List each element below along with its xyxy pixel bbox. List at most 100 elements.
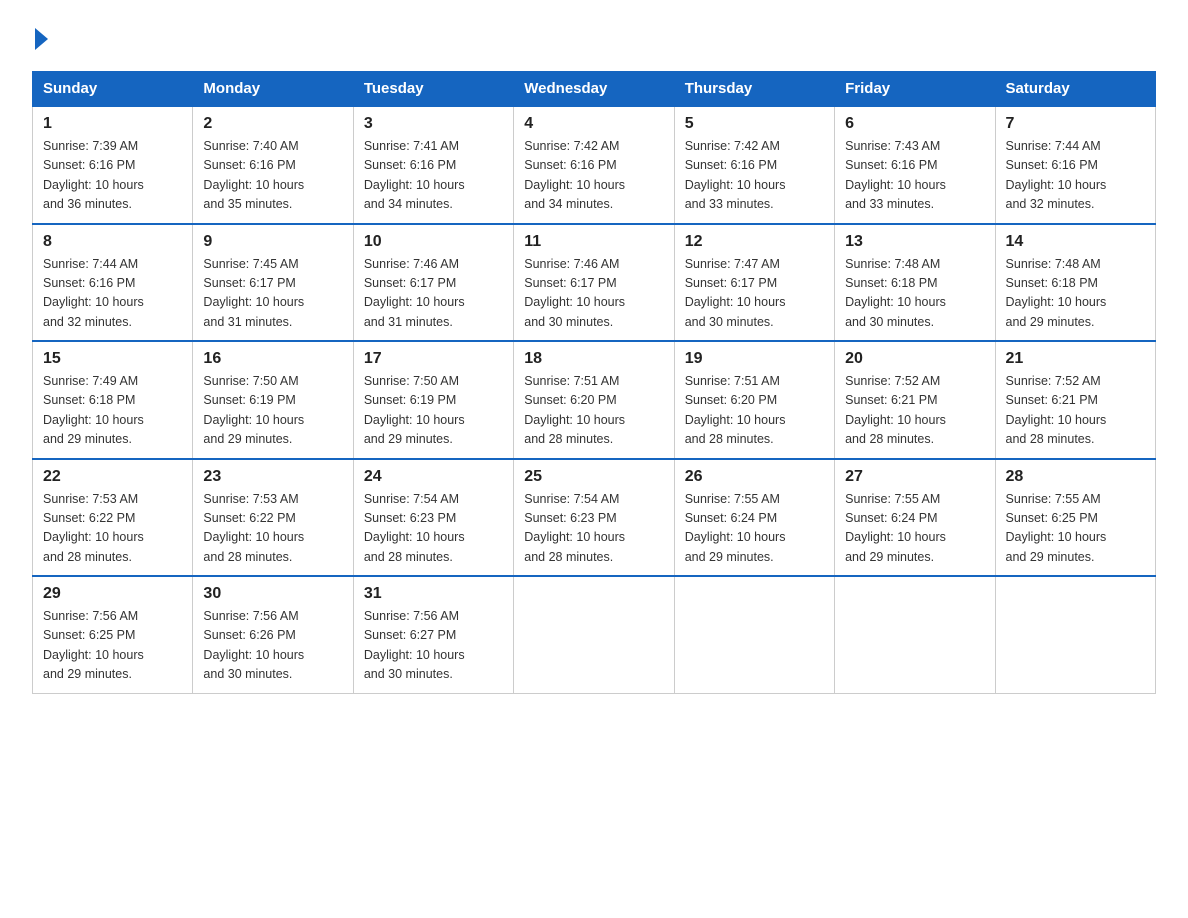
calendar-day-cell: 9 Sunrise: 7:45 AMSunset: 6:17 PMDayligh…: [193, 224, 353, 342]
calendar-day-cell: 6 Sunrise: 7:43 AMSunset: 6:16 PMDayligh…: [835, 106, 995, 224]
day-number: 18: [524, 350, 663, 368]
day-info: Sunrise: 7:47 AMSunset: 6:17 PMDaylight:…: [685, 257, 786, 329]
calendar-day-cell: 5 Sunrise: 7:42 AMSunset: 6:16 PMDayligh…: [674, 106, 834, 224]
col-header-tuesday: Tuesday: [353, 72, 513, 107]
calendar-day-cell: 13 Sunrise: 7:48 AMSunset: 6:18 PMDaylig…: [835, 224, 995, 342]
calendar-week-row: 8 Sunrise: 7:44 AMSunset: 6:16 PMDayligh…: [33, 224, 1156, 342]
day-number: 13: [845, 233, 984, 251]
day-info: Sunrise: 7:50 AMSunset: 6:19 PMDaylight:…: [203, 374, 304, 446]
day-number: 6: [845, 115, 984, 133]
day-info: Sunrise: 7:55 AMSunset: 6:25 PMDaylight:…: [1006, 492, 1107, 564]
day-info: Sunrise: 7:48 AMSunset: 6:18 PMDaylight:…: [1006, 257, 1107, 329]
calendar-day-cell: 10 Sunrise: 7:46 AMSunset: 6:17 PMDaylig…: [353, 224, 513, 342]
day-number: 7: [1006, 115, 1145, 133]
day-info: Sunrise: 7:42 AMSunset: 6:16 PMDaylight:…: [524, 139, 625, 211]
day-info: Sunrise: 7:53 AMSunset: 6:22 PMDaylight:…: [43, 492, 144, 564]
calendar-day-cell: 11 Sunrise: 7:46 AMSunset: 6:17 PMDaylig…: [514, 224, 674, 342]
day-number: 3: [364, 115, 503, 133]
day-info: Sunrise: 7:56 AMSunset: 6:27 PMDaylight:…: [364, 609, 465, 681]
day-info: Sunrise: 7:49 AMSunset: 6:18 PMDaylight:…: [43, 374, 144, 446]
calendar-week-row: 29 Sunrise: 7:56 AMSunset: 6:25 PMDaylig…: [33, 576, 1156, 693]
logo: ​: [32, 24, 48, 51]
day-info: Sunrise: 7:54 AMSunset: 6:23 PMDaylight:…: [524, 492, 625, 564]
day-number: 28: [1006, 468, 1145, 486]
day-info: Sunrise: 7:46 AMSunset: 6:17 PMDaylight:…: [524, 257, 625, 329]
logo-text: ​: [32, 24, 48, 55]
calendar-day-cell: 15 Sunrise: 7:49 AMSunset: 6:18 PMDaylig…: [33, 341, 193, 459]
day-number: 16: [203, 350, 342, 368]
day-info: Sunrise: 7:48 AMSunset: 6:18 PMDaylight:…: [845, 257, 946, 329]
day-info: Sunrise: 7:50 AMSunset: 6:19 PMDaylight:…: [364, 374, 465, 446]
day-number: 12: [685, 233, 824, 251]
day-info: Sunrise: 7:55 AMSunset: 6:24 PMDaylight:…: [685, 492, 786, 564]
day-info: Sunrise: 7:55 AMSunset: 6:24 PMDaylight:…: [845, 492, 946, 564]
day-info: Sunrise: 7:42 AMSunset: 6:16 PMDaylight:…: [685, 139, 786, 211]
calendar-day-cell: 4 Sunrise: 7:42 AMSunset: 6:16 PMDayligh…: [514, 106, 674, 224]
day-number: 21: [1006, 350, 1145, 368]
day-number: 26: [685, 468, 824, 486]
calendar-day-cell: 25 Sunrise: 7:54 AMSunset: 6:23 PMDaylig…: [514, 459, 674, 577]
day-info: Sunrise: 7:56 AMSunset: 6:26 PMDaylight:…: [203, 609, 304, 681]
calendar-day-cell: 27 Sunrise: 7:55 AMSunset: 6:24 PMDaylig…: [835, 459, 995, 577]
col-header-monday: Monday: [193, 72, 353, 107]
calendar-day-cell: 8 Sunrise: 7:44 AMSunset: 6:16 PMDayligh…: [33, 224, 193, 342]
day-number: 15: [43, 350, 182, 368]
calendar-day-cell: 14 Sunrise: 7:48 AMSunset: 6:18 PMDaylig…: [995, 224, 1155, 342]
calendar-day-cell: 24 Sunrise: 7:54 AMSunset: 6:23 PMDaylig…: [353, 459, 513, 577]
day-number: 10: [364, 233, 503, 251]
calendar-header-row: SundayMondayTuesdayWednesdayThursdayFrid…: [33, 72, 1156, 107]
calendar-day-cell: 19 Sunrise: 7:51 AMSunset: 6:20 PMDaylig…: [674, 341, 834, 459]
day-number: 27: [845, 468, 984, 486]
calendar-day-cell: 7 Sunrise: 7:44 AMSunset: 6:16 PMDayligh…: [995, 106, 1155, 224]
calendar-day-cell: 20 Sunrise: 7:52 AMSunset: 6:21 PMDaylig…: [835, 341, 995, 459]
day-number: 23: [203, 468, 342, 486]
calendar-day-cell: 3 Sunrise: 7:41 AMSunset: 6:16 PMDayligh…: [353, 106, 513, 224]
day-info: Sunrise: 7:39 AMSunset: 6:16 PMDaylight:…: [43, 139, 144, 211]
calendar-empty-cell: [514, 576, 674, 693]
col-header-thursday: Thursday: [674, 72, 834, 107]
day-number: 11: [524, 233, 663, 251]
calendar-day-cell: 28 Sunrise: 7:55 AMSunset: 6:25 PMDaylig…: [995, 459, 1155, 577]
day-info: Sunrise: 7:44 AMSunset: 6:16 PMDaylight:…: [43, 257, 144, 329]
day-number: 29: [43, 585, 182, 603]
col-header-wednesday: Wednesday: [514, 72, 674, 107]
calendar-day-cell: 23 Sunrise: 7:53 AMSunset: 6:22 PMDaylig…: [193, 459, 353, 577]
day-number: 1: [43, 115, 182, 133]
day-number: 30: [203, 585, 342, 603]
page-header: ​: [32, 24, 1156, 51]
day-number: 24: [364, 468, 503, 486]
calendar-day-cell: 30 Sunrise: 7:56 AMSunset: 6:26 PMDaylig…: [193, 576, 353, 693]
day-info: Sunrise: 7:43 AMSunset: 6:16 PMDaylight:…: [845, 139, 946, 211]
calendar-table: SundayMondayTuesdayWednesdayThursdayFrid…: [32, 71, 1156, 694]
calendar-day-cell: 12 Sunrise: 7:47 AMSunset: 6:17 PMDaylig…: [674, 224, 834, 342]
day-number: 20: [845, 350, 984, 368]
calendar-day-cell: 18 Sunrise: 7:51 AMSunset: 6:20 PMDaylig…: [514, 341, 674, 459]
calendar-day-cell: 26 Sunrise: 7:55 AMSunset: 6:24 PMDaylig…: [674, 459, 834, 577]
day-info: Sunrise: 7:44 AMSunset: 6:16 PMDaylight:…: [1006, 139, 1107, 211]
day-info: Sunrise: 7:53 AMSunset: 6:22 PMDaylight:…: [203, 492, 304, 564]
day-info: Sunrise: 7:41 AMSunset: 6:16 PMDaylight:…: [364, 139, 465, 211]
calendar-empty-cell: [995, 576, 1155, 693]
col-header-saturday: Saturday: [995, 72, 1155, 107]
day-info: Sunrise: 7:51 AMSunset: 6:20 PMDaylight:…: [524, 374, 625, 446]
calendar-week-row: 22 Sunrise: 7:53 AMSunset: 6:22 PMDaylig…: [33, 459, 1156, 577]
day-number: 14: [1006, 233, 1145, 251]
day-number: 25: [524, 468, 663, 486]
calendar-day-cell: 22 Sunrise: 7:53 AMSunset: 6:22 PMDaylig…: [33, 459, 193, 577]
calendar-week-row: 1 Sunrise: 7:39 AMSunset: 6:16 PMDayligh…: [33, 106, 1156, 224]
calendar-day-cell: 17 Sunrise: 7:50 AMSunset: 6:19 PMDaylig…: [353, 341, 513, 459]
day-number: 5: [685, 115, 824, 133]
day-number: 17: [364, 350, 503, 368]
day-info: Sunrise: 7:56 AMSunset: 6:25 PMDaylight:…: [43, 609, 144, 681]
day-info: Sunrise: 7:52 AMSunset: 6:21 PMDaylight:…: [845, 374, 946, 446]
day-number: 19: [685, 350, 824, 368]
day-info: Sunrise: 7:46 AMSunset: 6:17 PMDaylight:…: [364, 257, 465, 329]
calendar-day-cell: 31 Sunrise: 7:56 AMSunset: 6:27 PMDaylig…: [353, 576, 513, 693]
calendar-empty-cell: [674, 576, 834, 693]
day-number: 22: [43, 468, 182, 486]
day-info: Sunrise: 7:45 AMSunset: 6:17 PMDaylight:…: [203, 257, 304, 329]
col-header-sunday: Sunday: [33, 72, 193, 107]
day-number: 9: [203, 233, 342, 251]
calendar-day-cell: 29 Sunrise: 7:56 AMSunset: 6:25 PMDaylig…: [33, 576, 193, 693]
day-number: 8: [43, 233, 182, 251]
